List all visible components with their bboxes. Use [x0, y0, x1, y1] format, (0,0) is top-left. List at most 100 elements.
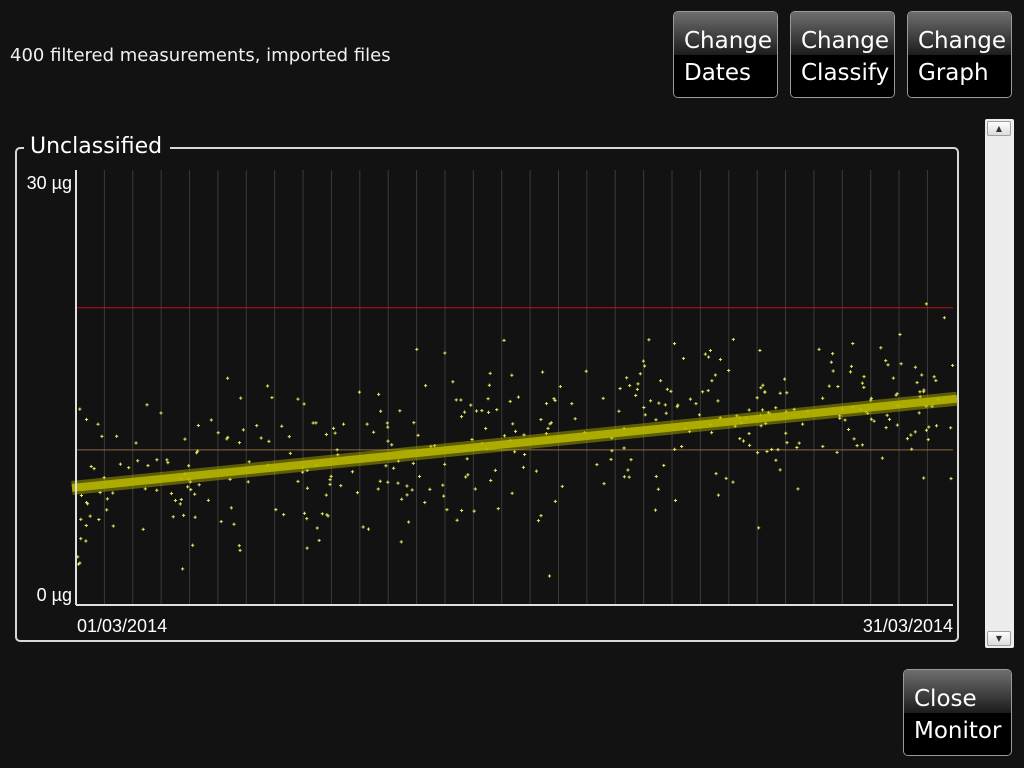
data-point: [111, 491, 115, 495]
data-point: [622, 475, 626, 479]
data-point: [178, 502, 182, 506]
data-point: [390, 443, 394, 447]
data-point: [763, 390, 767, 394]
data-point: [216, 431, 220, 435]
data-point: [115, 434, 119, 438]
data-point: [335, 448, 339, 452]
data-point: [111, 524, 115, 528]
data-point: [891, 376, 895, 380]
data-point: [134, 441, 138, 445]
data-point: [831, 369, 835, 373]
data-point: [155, 458, 159, 462]
data-point: [760, 408, 765, 412]
data-point: [287, 435, 291, 439]
data-point: [155, 488, 159, 492]
data-point: [886, 363, 890, 367]
data-point: [97, 517, 101, 522]
data-point: [710, 431, 714, 435]
data-point: [654, 418, 658, 422]
close-monitor-button[interactable]: Close Monitor: [903, 669, 1012, 756]
data-point: [643, 413, 647, 417]
data-point: [183, 437, 187, 441]
data-point: [836, 384, 840, 389]
data-point: [267, 439, 271, 443]
data-point: [855, 444, 859, 448]
data-point: [932, 375, 936, 379]
data-point: [918, 390, 922, 394]
data-point: [862, 385, 866, 390]
scroll-up-button[interactable]: ▲: [987, 121, 1011, 136]
data-point: [795, 445, 799, 450]
data-point: [84, 539, 88, 543]
data-point: [496, 507, 500, 511]
data-point: [510, 373, 514, 377]
data-point: [92, 467, 96, 471]
data-point: [511, 422, 515, 426]
triangle-down-icon: ▼: [995, 634, 1003, 643]
data-point: [625, 376, 629, 380]
data-point: [553, 499, 557, 504]
data-point: [800, 422, 805, 426]
data-point: [522, 452, 527, 457]
data-point: [182, 513, 186, 517]
data-point: [922, 476, 926, 480]
data-point: [617, 409, 621, 413]
data-point: [774, 458, 778, 462]
data-point: [508, 399, 512, 404]
data-point: [229, 506, 233, 510]
data-point: [502, 434, 507, 438]
scroll-down-button[interactable]: ▼: [987, 631, 1011, 646]
data-point: [305, 517, 309, 521]
data-point: [454, 398, 458, 402]
data-point: [852, 437, 856, 441]
data-point: [774, 406, 778, 410]
data-point: [445, 508, 449, 512]
data-point: [127, 466, 131, 470]
data-point: [118, 462, 123, 466]
data-point: [913, 365, 918, 369]
data-point: [664, 411, 668, 415]
data-point: [688, 397, 693, 401]
data-point: [179, 497, 183, 502]
data-point: [727, 368, 731, 373]
data-point: [270, 395, 274, 400]
data-point: [713, 373, 718, 377]
data-point: [443, 462, 447, 466]
data-point: [817, 347, 821, 351]
data-point: [920, 373, 924, 377]
data-point: [219, 519, 223, 524]
data-point: [755, 396, 759, 400]
data-point: [755, 451, 760, 455]
data-point: [105, 508, 109, 512]
data-point: [79, 517, 83, 522]
data-point: [324, 432, 328, 437]
data-point: [247, 460, 251, 464]
data-point: [628, 383, 632, 388]
data-point: [516, 395, 521, 399]
data-point: [84, 523, 88, 528]
data-point: [635, 387, 640, 391]
data-point: [887, 417, 892, 422]
vertical-scrollbar[interactable]: ▲ ▼: [985, 119, 1014, 648]
data-point: [474, 409, 479, 413]
data-point: [724, 476, 728, 480]
data-point: [663, 403, 667, 407]
data-point: [376, 487, 380, 491]
data-point: [451, 380, 455, 384]
data-point: [831, 352, 835, 356]
data-point: [642, 405, 646, 410]
trend-line: [71, 394, 958, 492]
data-point: [502, 338, 506, 343]
data-point: [949, 426, 953, 430]
data-point: [573, 417, 577, 421]
data-point: [653, 508, 658, 512]
data-point: [843, 418, 847, 422]
data-point: [366, 527, 371, 531]
monitor-window: 400 filtered measurements, imported file…: [0, 0, 1024, 768]
data-point: [776, 448, 780, 452]
data-point: [180, 567, 185, 571]
data-point: [622, 446, 626, 450]
data-point: [716, 493, 721, 497]
data-point: [197, 483, 201, 487]
data-point: [544, 401, 549, 406]
